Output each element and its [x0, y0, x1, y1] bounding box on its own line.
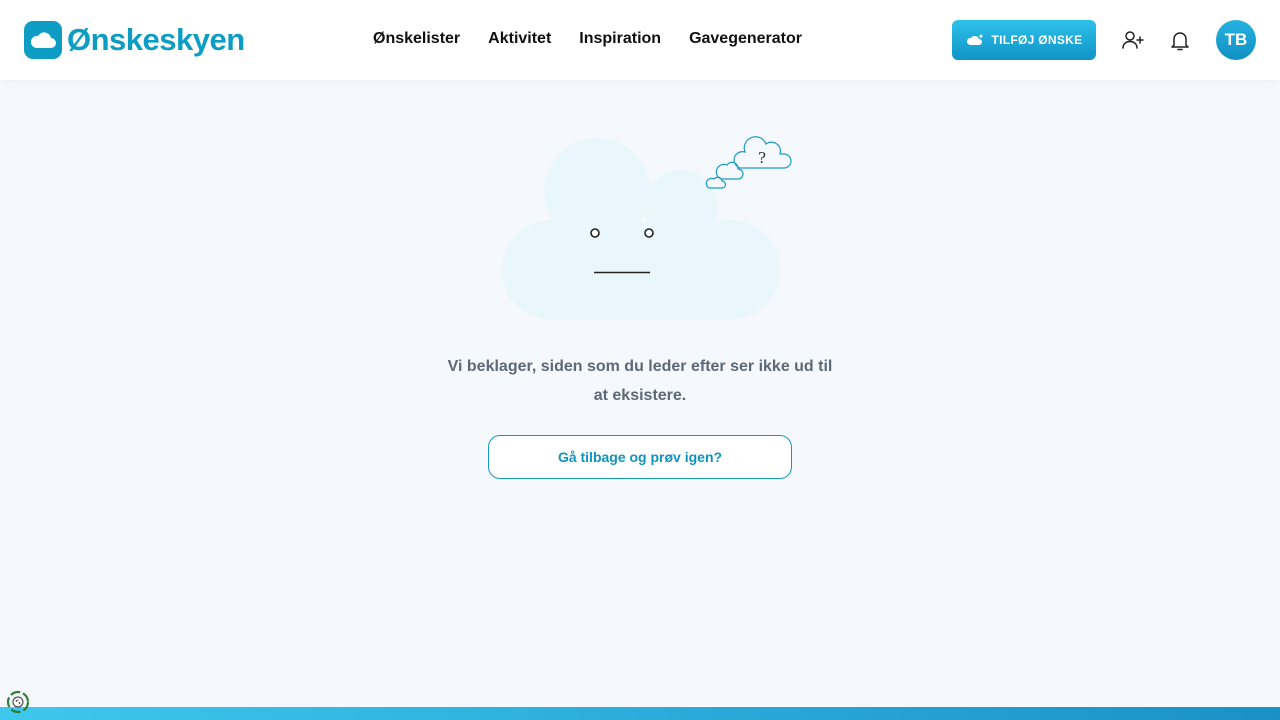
sad-cloud-illustration: ?	[502, 136, 792, 320]
nav-item-activity[interactable]: Aktivitet	[488, 28, 551, 50]
nav-item-inspiration[interactable]: Inspiration	[579, 28, 661, 50]
bottom-accent-bar	[0, 707, 1280, 720]
error-message: Vi beklager, siden som du leder efter se…	[447, 358, 833, 404]
add-user-icon[interactable]	[1120, 28, 1144, 52]
user-avatar[interactable]: TB	[1216, 20, 1256, 60]
add-wish-label: TILFØJ ØNSKE	[991, 33, 1083, 47]
cloud-plus-icon	[966, 34, 983, 45]
add-wish-button[interactable]: TILFØJ ØNSKE	[952, 20, 1096, 60]
nav-item-wishlists[interactable]: Ønskelister	[373, 28, 460, 50]
main-nav: Ønskelister Aktivitet Inspiration Gavege…	[373, 28, 830, 50]
brand-name: Ønskeskyen	[67, 22, 245, 57]
nav-item-gift-generator[interactable]: Gavegenerator	[689, 28, 802, 50]
bell-icon[interactable]	[1168, 28, 1192, 52]
brand-logo[interactable]: Ønskeskyen	[24, 20, 245, 60]
cloud-logo-icon	[24, 21, 62, 59]
svg-text:?: ?	[758, 149, 766, 167]
top-header: Ønskeskyen Ønskelister Aktivitet Inspira…	[0, 0, 1280, 80]
go-back-button[interactable]: Gå tilbage og prøv igen?	[488, 435, 792, 479]
cookie-icon[interactable]	[6, 690, 30, 714]
